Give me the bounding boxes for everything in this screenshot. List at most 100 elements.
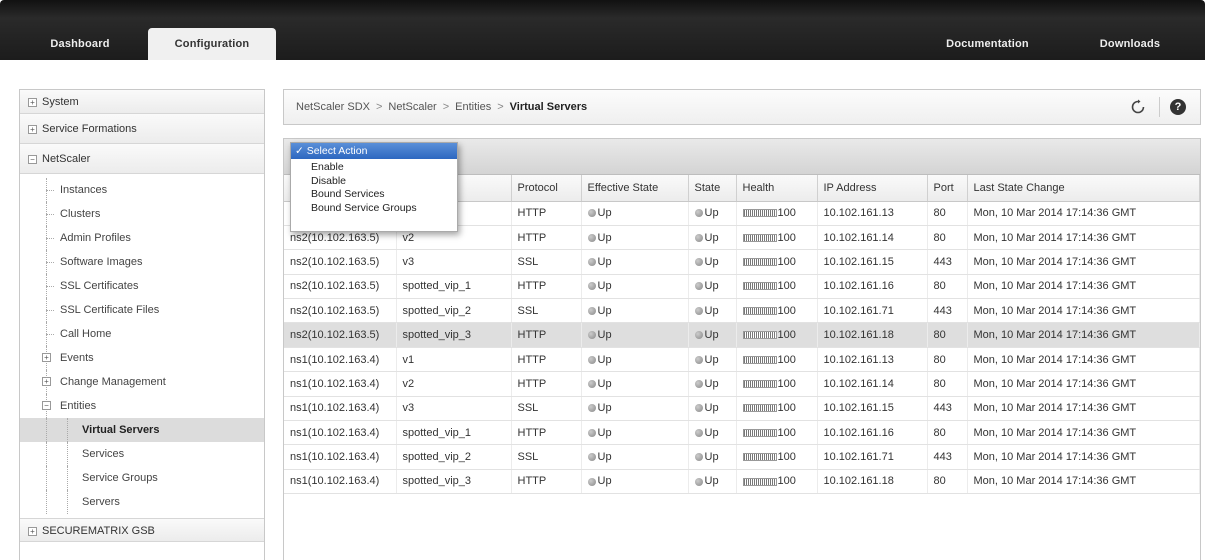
sidebar-item-label: Clusters	[60, 208, 101, 220]
sidebar-item-services[interactable]: Services	[20, 442, 264, 466]
breadcrumb-item[interactable]: Entities	[455, 101, 491, 113]
sidebar-section-label: NetScaler	[42, 153, 91, 165]
downloads-link[interactable]: Downloads	[1080, 28, 1180, 60]
tab-configuration[interactable]: Configuration	[148, 28, 276, 60]
table-row[interactable]: ns2(10.102.163.5) spotted_vip_1 HTTP Up Up 10…	[284, 274, 1200, 300]
breadcrumb-item[interactable]: NetScaler	[388, 101, 436, 113]
health-bar	[742, 380, 777, 389]
state-cell: Up	[688, 420, 737, 446]
sidebar-section-label: Service Formations	[42, 123, 137, 135]
last-state-change-cell: Mon, 10 Mar 2014 17:14:36 GMT	[967, 347, 1200, 373]
name-cell: spotted_vip_3	[396, 322, 512, 348]
sidebar-group-change-management[interactable]: + Change Management	[20, 370, 264, 394]
table-row[interactable]: ns1(10.102.163.4) v1 HTTP Up Up 100 10.102.161…	[284, 347, 1200, 373]
status-text: Up	[597, 280, 612, 293]
ip-address-cell: 10.102.161.18	[817, 322, 928, 348]
expand-icon[interactable]: +	[28, 97, 37, 107]
last-state-change-cell: Mon, 10 Mar 2014 17:14:36 GMT	[967, 444, 1200, 470]
expand-icon[interactable]: +	[28, 526, 37, 536]
sidebar-item-service-groups[interactable]: Service Groups	[20, 466, 264, 490]
sidebar-section-system[interactable]: + System	[20, 90, 264, 114]
column-header[interactable]: State	[688, 175, 737, 202]
sidebar-group-entities[interactable]: − Entities	[20, 394, 264, 418]
dropdown-option-enable[interactable]: Enable	[291, 161, 457, 175]
status-dot-icon	[694, 258, 703, 267]
sidebar-section-service-formations[interactable]: + Service Formations	[20, 114, 264, 144]
health-value: 100	[777, 231, 796, 244]
status-dot-icon	[694, 306, 703, 315]
effective-state-cell: Up	[581, 420, 689, 446]
sidebar-section-securematrix[interactable]: + SECUREMATRIX GSB	[20, 518, 264, 542]
table-row[interactable]: ns2(10.102.163.5) v3 SSL Up Up 100 10.102.161.…	[284, 249, 1200, 275]
sidebar-item-admin-profiles[interactable]: Admin Profiles	[20, 226, 264, 250]
expand-icon[interactable]: +	[42, 377, 51, 386]
ip-address-cell: 10.102.161.16	[817, 420, 928, 446]
table-row[interactable]: ns1(10.102.163.4) spotted_vip_1 HTTP Up Up 10…	[284, 420, 1200, 446]
select-action-dropdown[interactable]: ✓ Select Action Enable Disable Bound Ser…	[290, 142, 458, 232]
dropdown-option-selected[interactable]: ✓ Select Action	[291, 143, 457, 159]
dropdown-option-disable[interactable]: Disable	[291, 175, 457, 189]
last-state-change-cell: Mon, 10 Mar 2014 17:14:36 GMT	[967, 396, 1200, 422]
status-dot-icon	[587, 404, 596, 413]
column-header[interactable]: Health	[736, 175, 818, 202]
effective-state-cell: Up	[581, 444, 689, 470]
expand-icon[interactable]: +	[42, 353, 51, 362]
ip-address-cell: 10.102.161.71	[817, 298, 928, 324]
health-bar	[742, 428, 777, 437]
sidebar-item-ssl-certificates[interactable]: SSL Certificates	[20, 274, 264, 298]
help-icon[interactable]: ?	[1170, 99, 1186, 115]
breadcrumb-item[interactable]: NetScaler SDX	[296, 101, 370, 113]
collapse-icon[interactable]: −	[42, 401, 51, 410]
sidebar-item-ssl-certificate-files[interactable]: SSL Certificate Files	[20, 298, 264, 322]
table-row[interactable]: ns1(10.102.163.4) spotted_vip_2 SSL Up Up 100…	[284, 444, 1200, 470]
sidebar-item-label: Services	[82, 448, 125, 460]
port-cell: 80	[927, 274, 968, 300]
collapse-icon[interactable]: −	[28, 154, 37, 164]
status-text: Up	[597, 353, 612, 366]
last-state-change-cell: Mon, 10 Mar 2014 17:14:36 GMT	[967, 249, 1200, 275]
sidebar-item-clusters[interactable]: Clusters	[20, 202, 264, 226]
tab-dashboard[interactable]: Dashboard	[30, 28, 130, 60]
name-cell: spotted_vip_2	[396, 444, 512, 470]
status-dot-icon	[587, 233, 596, 242]
column-header[interactable]: Port	[927, 175, 968, 202]
sidebar-item-call-home[interactable]: Call Home	[20, 322, 264, 346]
status-dot-icon	[694, 282, 703, 291]
status-dot-icon	[587, 331, 596, 340]
sidebar-item-software-images[interactable]: Software Images	[20, 250, 264, 274]
column-header[interactable]: Protocol	[511, 175, 582, 202]
sidebar-item-servers[interactable]: Servers	[20, 490, 264, 514]
name-cell: spotted_vip_1	[396, 274, 512, 300]
effective-state-cell: Up	[581, 201, 689, 226]
dropdown-option-bound-services[interactable]: Bound Services	[291, 188, 457, 202]
sidebar-group-events[interactable]: + Events	[20, 346, 264, 370]
dropdown-option-bound-service-groups[interactable]: Bound Service Groups	[291, 202, 457, 216]
table-row[interactable]: ns2(10.102.163.5) spotted_vip_2 SSL Up Up 100…	[284, 298, 1200, 324]
effective-state-cell: Up	[581, 469, 689, 495]
documentation-link[interactable]: Documentation	[925, 28, 1050, 60]
table-row[interactable]: ns1(10.102.163.4) v3 SSL Up Up 100 10.102.161.…	[284, 396, 1200, 422]
last-state-change-cell: Mon, 10 Mar 2014 17:14:36 GMT	[967, 298, 1200, 324]
status-dot-icon	[587, 209, 596, 218]
effective-state-cell: Up	[581, 249, 689, 275]
sidebar-item-instances[interactable]: Instances	[20, 178, 264, 202]
refresh-icon[interactable]	[1130, 99, 1146, 115]
table-row[interactable]: ns1(10.102.163.4) spotted_vip_3 HTTP Up Up 10…	[284, 469, 1200, 495]
table-row[interactable]: ns1(10.102.163.4) v2 HTTP Up Up 100 10.102.161…	[284, 371, 1200, 397]
column-header[interactable]: IP Address	[817, 175, 928, 202]
status-text: Up	[704, 329, 719, 342]
state-cell: Up	[688, 347, 737, 373]
breadcrumb-separator: >	[442, 101, 450, 113]
sidebar-item-label: Admin Profiles	[60, 232, 131, 244]
health-bar	[742, 453, 777, 462]
column-header[interactable]: Last State Change	[967, 175, 1200, 202]
instance-cell: ns1(10.102.163.4)	[284, 347, 397, 373]
status-text: Up	[597, 426, 612, 439]
column-header[interactable]: Effective State	[581, 175, 689, 202]
sidebar-item-virtual-servers[interactable]: Virtual Servers	[20, 418, 264, 442]
status-dot-icon	[587, 477, 596, 486]
expand-icon[interactable]: +	[28, 124, 37, 134]
table-row[interactable]: ns2(10.102.163.5) spotted_vip_3 HTTP Up Up 10…	[284, 322, 1200, 348]
port-cell: 80	[927, 420, 968, 446]
sidebar-section-netscaler[interactable]: − NetScaler	[20, 144, 264, 174]
